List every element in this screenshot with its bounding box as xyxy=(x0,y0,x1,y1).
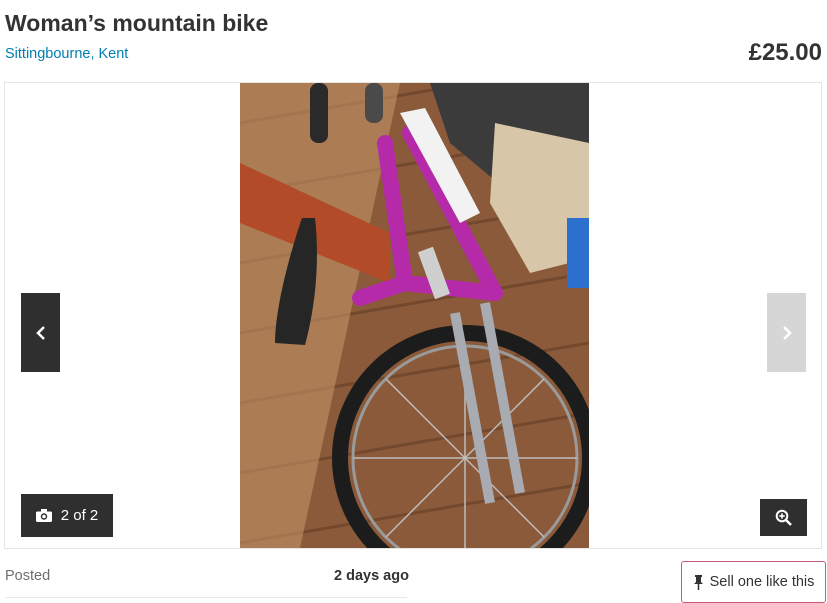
pin-icon xyxy=(693,574,703,590)
listing-location-link[interactable]: Sittingbourne, Kent xyxy=(5,46,128,62)
bike-photo-illustration xyxy=(240,83,589,548)
next-photo-button[interactable] xyxy=(767,293,806,372)
listing-photo[interactable] xyxy=(240,83,589,548)
sell-button-label: Sell one like this xyxy=(709,574,815,590)
posted-value: 2 days ago xyxy=(334,568,409,584)
listing-title: Woman’s mountain bike xyxy=(5,10,269,36)
photo-counter[interactable]: 2 of 2 xyxy=(21,494,113,537)
listing-price: £25.00 xyxy=(748,39,822,66)
photo-counter-text: 2 of 2 xyxy=(60,507,99,524)
chevron-left-icon xyxy=(35,325,45,340)
camera-icon xyxy=(35,509,52,522)
photo-gallery: 2 of 2 xyxy=(4,82,822,549)
posted-label: Posted xyxy=(5,568,51,584)
details-divider xyxy=(5,597,407,598)
zoom-in-icon xyxy=(775,509,792,526)
sell-one-like-this-button[interactable]: Sell one like this xyxy=(681,561,826,603)
previous-photo-button[interactable] xyxy=(21,293,60,372)
chevron-right-icon xyxy=(782,325,792,340)
zoom-button[interactable] xyxy=(760,499,807,536)
